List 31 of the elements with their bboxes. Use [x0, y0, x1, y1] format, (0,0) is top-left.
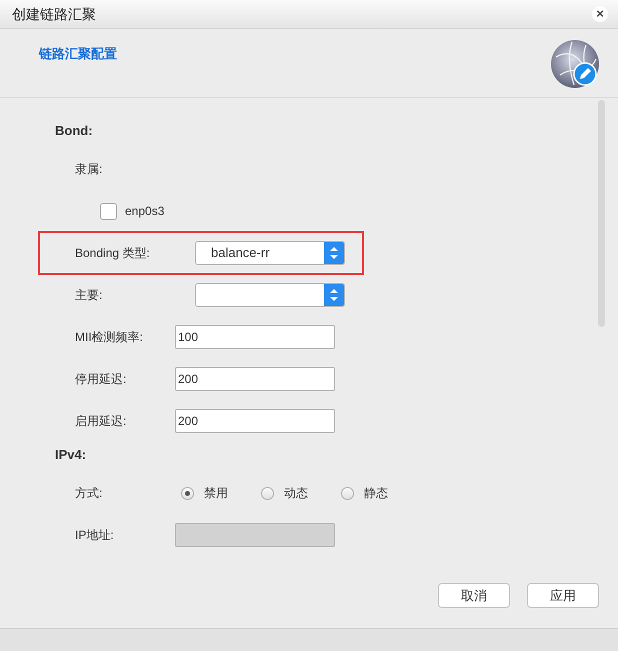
- dropdown[interactable]: [195, 283, 345, 307]
- radio-label: 禁用: [204, 485, 229, 502]
- field-label: 启用延迟:: [75, 413, 128, 430]
- section-title: Bond:: [55, 122, 94, 140]
- field-label: MII检测频率:: [75, 329, 144, 346]
- field-label: 隶属:: [75, 161, 102, 178]
- window-title: 创建链路汇聚: [12, 4, 96, 24]
- checkbox-label: enp0s3: [125, 203, 164, 220]
- radio-button[interactable]: [261, 486, 274, 500]
- field-label: 主要:: [75, 287, 104, 304]
- section-heading: 链路汇聚配置: [39, 45, 117, 63]
- close-button[interactable]: ×: [592, 6, 608, 22]
- dropdown[interactable]: balance-rr: [195, 241, 345, 265]
- field-label: 停用延迟:: [75, 371, 128, 388]
- input-field[interactable]: 200: [175, 409, 335, 433]
- dialog-button[interactable]: 应用: [527, 583, 599, 608]
- spinner-arrows-icon: [324, 242, 344, 264]
- radio-label: 静态: [364, 485, 389, 502]
- checkbox[interactable]: [100, 202, 117, 220]
- radio-label: 动态: [284, 485, 309, 502]
- field-label: Bonding 类型:: [75, 245, 151, 262]
- input-field[interactable]: 200: [175, 367, 335, 391]
- section-title: IPv4:: [55, 446, 88, 464]
- dialog-button[interactable]: 取消: [438, 583, 510, 608]
- radio-button[interactable]: [341, 486, 354, 500]
- field-label: 方式:: [75, 485, 104, 502]
- field-label: IP地址:: [75, 527, 115, 544]
- globe-edit-icon: [550, 39, 600, 89]
- radio-button[interactable]: [181, 486, 194, 500]
- input-field[interactable]: 100: [175, 325, 335, 349]
- spinner-arrows-icon: [324, 284, 344, 306]
